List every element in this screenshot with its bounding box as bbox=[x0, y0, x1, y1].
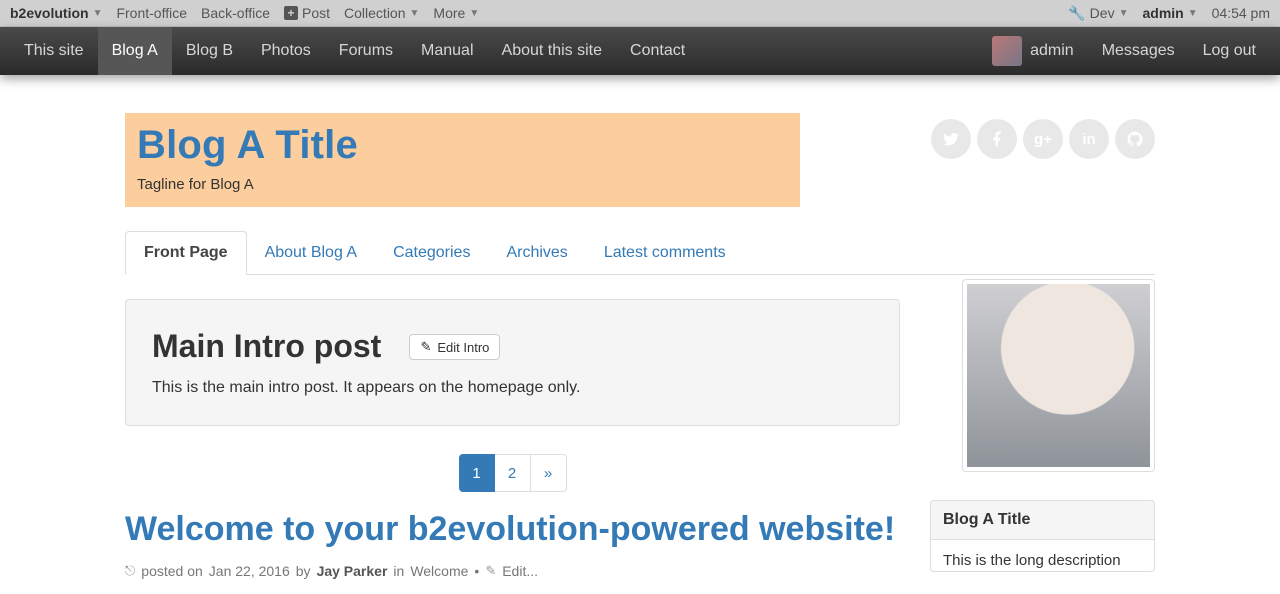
brand-label: b2evolution bbox=[10, 5, 89, 21]
logout-link[interactable]: Log out bbox=[1189, 27, 1270, 75]
widget-body: This is the long description bbox=[931, 540, 1154, 571]
googleplus-icon[interactable]: g+ bbox=[1023, 119, 1063, 159]
nav-blog-b[interactable]: Blog B bbox=[172, 27, 247, 75]
nav-front-office[interactable]: Front-office bbox=[116, 5, 187, 21]
tab-front-page[interactable]: Front Page bbox=[125, 231, 247, 275]
meta-category[interactable]: Welcome bbox=[410, 563, 468, 579]
github-icon[interactable] bbox=[1115, 119, 1155, 159]
edit-intro-label: Edit Intro bbox=[437, 340, 489, 355]
post-meta: ⎋ posted on Jan 22, 2016 by Jay Parker i… bbox=[125, 563, 900, 579]
sidebar-image[interactable] bbox=[962, 279, 1155, 472]
page-next[interactable]: » bbox=[531, 454, 567, 492]
intro-title: Main Intro post bbox=[152, 328, 381, 365]
dev-label: Dev bbox=[1090, 5, 1115, 21]
nav-blog-a[interactable]: Blog A bbox=[98, 27, 172, 75]
social-links: g+ in bbox=[931, 119, 1155, 159]
linkedin-icon[interactable]: in bbox=[1069, 119, 1109, 159]
chevron-right-icon: » bbox=[544, 465, 552, 482]
caret-down-icon: ▼ bbox=[410, 8, 420, 19]
caret-down-icon: ▼ bbox=[93, 8, 103, 19]
intro-body: This is the main intro post. It appears … bbox=[152, 379, 873, 397]
edit-post-link[interactable]: Edit... bbox=[502, 563, 538, 579]
pencil-icon: ✎ bbox=[420, 339, 431, 355]
meta-posted: posted on bbox=[141, 563, 203, 579]
tab-about[interactable]: About Blog A bbox=[247, 232, 376, 274]
user-link[interactable]: admin bbox=[992, 27, 1088, 75]
collection-label: Collection bbox=[344, 5, 405, 21]
blog-title[interactable]: Blog A Title bbox=[137, 123, 788, 168]
avatar bbox=[992, 36, 1022, 66]
nav-about[interactable]: About this site bbox=[488, 27, 617, 75]
user-name: admin bbox=[1030, 42, 1074, 60]
meta-by: by bbox=[296, 563, 311, 579]
meta-author[interactable]: Jay Parker bbox=[317, 563, 388, 579]
nav-this-site[interactable]: This site bbox=[10, 27, 98, 75]
clock: 04:54 pm bbox=[1212, 5, 1270, 21]
edit-intro-button[interactable]: ✎ Edit Intro bbox=[409, 334, 500, 360]
blog-header: Blog A Title Tagline for Blog A bbox=[125, 113, 800, 207]
plus-icon: + bbox=[284, 6, 298, 20]
brand-menu[interactable]: b2evolution ▼ bbox=[10, 5, 102, 21]
caret-down-icon: ▼ bbox=[1119, 8, 1129, 19]
dev-menu[interactable]: 🔧 Dev ▼ bbox=[1068, 5, 1128, 22]
nav-forums[interactable]: Forums bbox=[325, 27, 407, 75]
collection-menu[interactable]: Collection ▼ bbox=[344, 5, 419, 21]
site-nav: This site Blog A Blog B Photos Forums Ma… bbox=[0, 27, 1280, 75]
admin-toolbar: b2evolution ▼ Front-office Back-office +… bbox=[0, 0, 1280, 27]
page-1[interactable]: 1 bbox=[459, 454, 495, 492]
pagination: 1 2 » bbox=[125, 454, 900, 492]
more-menu[interactable]: More ▼ bbox=[433, 5, 479, 21]
wrench-icon: 🔧 bbox=[1068, 5, 1085, 22]
meta-date: Jan 22, 2016 bbox=[209, 563, 290, 579]
facebook-icon[interactable] bbox=[977, 119, 1017, 159]
nav-contact[interactable]: Contact bbox=[616, 27, 699, 75]
meta-sep: • bbox=[474, 563, 479, 579]
sidebar-widget: Blog A Title This is the long descriptio… bbox=[930, 500, 1155, 572]
caret-down-icon: ▼ bbox=[469, 8, 479, 19]
blog-tabs: Front Page About Blog A Categories Archi… bbox=[125, 231, 1155, 275]
page-2[interactable]: 2 bbox=[495, 454, 531, 492]
widget-title: Blog A Title bbox=[931, 501, 1154, 540]
user-label: admin bbox=[1142, 5, 1183, 21]
post-title[interactable]: Welcome to your b2evolution-powered webs… bbox=[125, 510, 900, 549]
tab-latest-comments[interactable]: Latest comments bbox=[586, 232, 744, 274]
tab-archives[interactable]: Archives bbox=[488, 232, 585, 274]
permalink-icon[interactable]: ⎋ bbox=[125, 563, 135, 579]
meta-in: in bbox=[393, 563, 404, 579]
more-label: More bbox=[433, 5, 465, 21]
new-post-button[interactable]: + Post bbox=[284, 5, 330, 21]
new-post-label: Post bbox=[302, 5, 330, 21]
twitter-icon[interactable] bbox=[931, 119, 971, 159]
tab-categories[interactable]: Categories bbox=[375, 232, 488, 274]
nav-manual[interactable]: Manual bbox=[407, 27, 487, 75]
nav-photos[interactable]: Photos bbox=[247, 27, 325, 75]
pencil-icon: ✎ bbox=[485, 563, 496, 579]
intro-panel: Main Intro post ✎ Edit Intro This is the… bbox=[125, 299, 900, 426]
user-menu[interactable]: admin ▼ bbox=[1142, 5, 1197, 21]
messages-link[interactable]: Messages bbox=[1088, 27, 1189, 75]
caret-down-icon: ▼ bbox=[1188, 8, 1198, 19]
nav-back-office[interactable]: Back-office bbox=[201, 5, 270, 21]
blog-tagline: Tagline for Blog A bbox=[137, 176, 788, 193]
